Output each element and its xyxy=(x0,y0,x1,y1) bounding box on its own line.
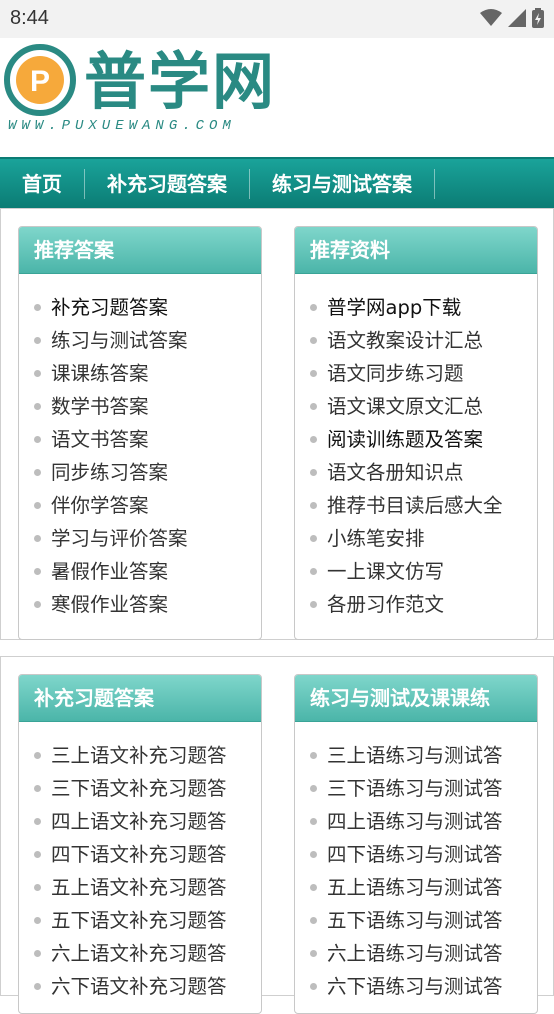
list-item[interactable]: 课课练答案 xyxy=(19,357,261,390)
site-url: WWW.PUXUEWANG.COM xyxy=(8,118,236,134)
list-item[interactable]: 一上课文仿写 xyxy=(295,555,537,588)
wifi-icon xyxy=(480,9,502,26)
status-time: 8:44 xyxy=(10,7,49,29)
puxuewang-logo-icon[interactable]: P xyxy=(4,44,76,116)
nav-item-home[interactable]: 首页 xyxy=(0,168,85,199)
list-item[interactable]: 六下语文补充习题答 xyxy=(19,970,261,1003)
list-item[interactable]: 语文课文原文汇总 xyxy=(295,390,537,423)
list-item[interactable]: 三下语文补充习题答 xyxy=(19,772,261,805)
list-item[interactable]: 语文教案设计汇总 xyxy=(295,324,537,357)
status-bar: 8:44 xyxy=(0,0,554,38)
supplementary-answers-box: 补充习题答案 三上语文补充习题答 三下语文补充习题答 四上语文补充习题答 四下语… xyxy=(18,674,262,1014)
list-item[interactable]: 练习与测试答案 xyxy=(19,324,261,357)
box-title: 练习与测试及课课练 xyxy=(295,675,537,722)
list-item[interactable]: 补充习题答案 xyxy=(19,291,261,324)
answers-section: 补充习题答案 三上语文补充习题答 三下语文补充习题答 四上语文补充习题答 四下语… xyxy=(0,656,554,1014)
list-item[interactable]: 五上语文补充习题答 xyxy=(19,871,261,904)
list-item[interactable]: 普学网app下载 xyxy=(295,291,537,324)
battery-icon xyxy=(532,8,544,28)
site-logo-text[interactable]: 普学网 xyxy=(84,42,276,122)
list-item[interactable]: 各册习作范文 xyxy=(295,588,537,621)
list-item[interactable]: 六上语文补充习题答 xyxy=(19,937,261,970)
signal-icon xyxy=(508,9,526,27)
list-item[interactable]: 六下语练习与测试答 xyxy=(295,970,537,1003)
list-item[interactable]: 五上语练习与测试答 xyxy=(295,871,537,904)
list-item[interactable]: 数学书答案 xyxy=(19,390,261,423)
list-item[interactable]: 六上语练习与测试答 xyxy=(295,937,537,970)
main-nav: 首页 补充习题答案 练习与测试答案 xyxy=(0,157,554,208)
list-item[interactable]: 学习与评价答案 xyxy=(19,522,261,555)
recommended-answers-box: 推荐答案 补充习题答案 练习与测试答案 课课练答案 数学书答案 语文书答案 同步… xyxy=(18,226,262,640)
nav-item-practice-test-answers[interactable]: 练习与测试答案 xyxy=(250,168,435,199)
logo-mark-letter: P xyxy=(30,65,50,98)
list-item[interactable]: 三下语练习与测试答 xyxy=(295,772,537,805)
list-item[interactable]: 五下语练习与测试答 xyxy=(295,904,537,937)
list-item[interactable]: 四下语文补充习题答 xyxy=(19,838,261,871)
list-item[interactable]: 寒假作业答案 xyxy=(19,588,261,621)
list-item[interactable]: 四上语练习与测试答 xyxy=(295,805,537,838)
practice-test-box: 练习与测试及课课练 三上语练习与测试答 三下语练习与测试答 四上语练习与测试答 … xyxy=(294,674,538,1014)
list-item[interactable]: 伴你学答案 xyxy=(19,489,261,522)
list-item[interactable]: 四上语文补充习题答 xyxy=(19,805,261,838)
list-item[interactable]: 四下语练习与测试答 xyxy=(295,838,537,871)
list-item[interactable]: 同步练习答案 xyxy=(19,456,261,489)
list-item[interactable]: 阅读训练题及答案 xyxy=(295,423,537,456)
nav-item-supplementary-answers[interactable]: 补充习题答案 xyxy=(85,168,250,199)
box-title: 补充习题答案 xyxy=(19,675,261,722)
list-item[interactable]: 语文各册知识点 xyxy=(295,456,537,489)
list-item[interactable]: 暑假作业答案 xyxy=(19,555,261,588)
recommended-materials-box: 推荐资料 普学网app下载 语文教案设计汇总 语文同步练习题 语文课文原文汇总 … xyxy=(294,226,538,640)
list-item[interactable]: 语文同步练习题 xyxy=(295,357,537,390)
recommend-section: 推荐答案 补充习题答案 练习与测试答案 课课练答案 数学书答案 语文书答案 同步… xyxy=(0,208,554,640)
status-icons xyxy=(480,8,544,28)
list-item[interactable]: 语文书答案 xyxy=(19,423,261,456)
site-header: P 普学网 WWW.PUXUEWANG.COM xyxy=(0,38,554,155)
list-item[interactable]: 小练笔安排 xyxy=(295,522,537,555)
box-title: 推荐答案 xyxy=(19,227,261,274)
box-title: 推荐资料 xyxy=(295,227,537,274)
list-item[interactable]: 五下语文补充习题答 xyxy=(19,904,261,937)
list-item[interactable]: 推荐书目读后感大全 xyxy=(295,489,537,522)
list-item[interactable]: 三上语练习与测试答 xyxy=(295,739,537,772)
list-item[interactable]: 三上语文补充习题答 xyxy=(19,739,261,772)
